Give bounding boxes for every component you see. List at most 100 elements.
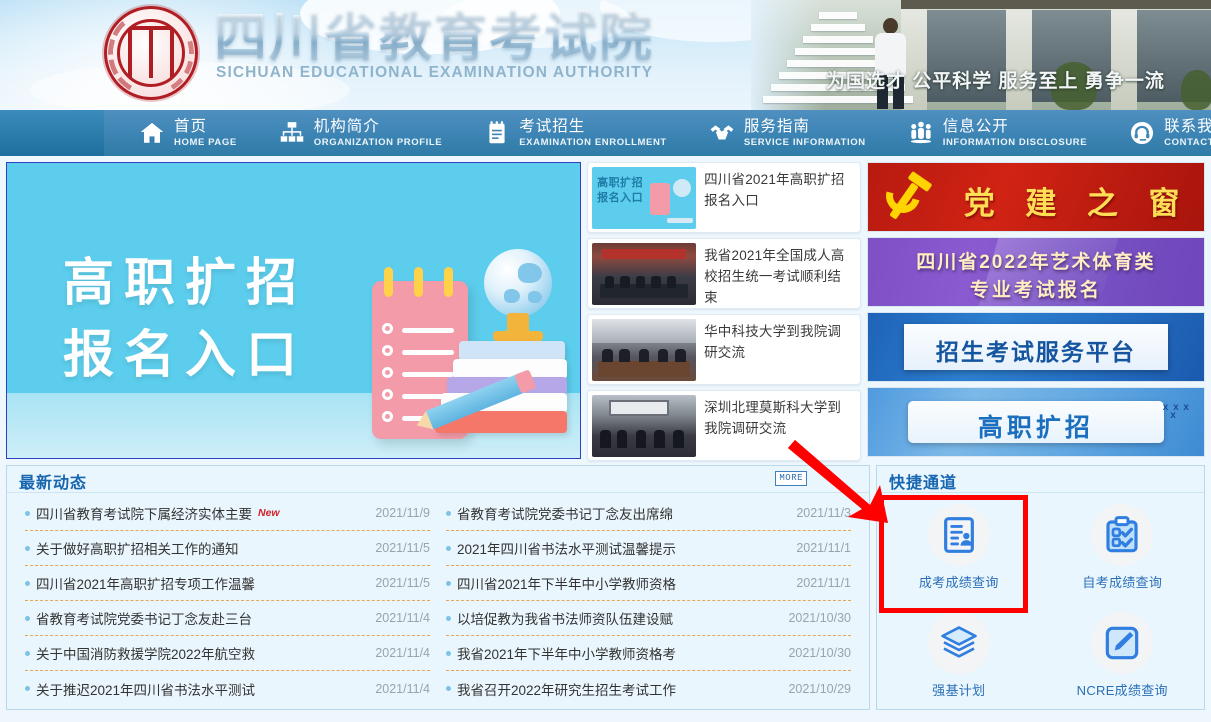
news-row[interactable]: 以培促教为我省书法师资队伍建设赋 2021/10/30 [446, 601, 851, 636]
news-row[interactable]: 关于推迟2021年四川省书法水平测试 2021/11/4 [25, 671, 430, 706]
home-icon [140, 122, 164, 143]
news-row[interactable]: 省教育考试院党委书记丁念友出席绵 2021/11/3 [446, 496, 851, 531]
main-content-row: 高职扩招 报名入口 高职扩招 报名入口 四川省2021年高职扩招报名入口 我省2… [0, 156, 1211, 461]
news-row[interactable]: 我省2021年下半年中小学教师资格考 2021/10/30 [446, 636, 851, 671]
bullet-icon [25, 686, 30, 691]
featured-news-title: 深圳北理莫斯科大学到我院调研交流 [704, 400, 842, 436]
news-row[interactable]: 2021年四川省书法水平测试温馨提示 2021/11/1 [446, 531, 851, 566]
bullet-icon [446, 545, 451, 551]
site-title-en: SICHUAN EDUCATIONAL EXAMINATION AUTHORIT… [216, 64, 654, 81]
quick-access-label: NCRE成绩查询 [1076, 682, 1168, 698]
news-row-title: 关于做好高职扩招相关工作的通知 [36, 542, 239, 557]
quick-access-item-qiangji-plan[interactable]: 强基计划 [877, 601, 1041, 709]
pencil-square-icon [1106, 626, 1139, 659]
nav-label-zh: 联系我们 [1164, 118, 1211, 135]
new-badge: New [258, 507, 280, 519]
side-banner-line-1: 四川省2022年艺术体育类 [916, 252, 1156, 273]
hero-banner-title: 高职扩招 报名入口 [63, 247, 307, 391]
news-row[interactable]: 四川省2021年下半年中小学教师资格 2021/11/1 [446, 566, 851, 601]
quick-access-title: 快捷通道 [889, 475, 958, 492]
featured-news-title: 我省2021年全国成人高校招生统一考试顺利结束 [704, 248, 845, 305]
news-row-title: 省教育考试院党委书记丁念友出席绵 [457, 507, 673, 522]
news-row[interactable]: 我省召开2022年研究生招生考试工作 2021/10/29 [446, 671, 851, 706]
site-slogan: 为国选才 公平科学 服务至上 勇争一流 [826, 71, 1165, 92]
bullet-icon [25, 580, 30, 586]
quick-access-item-chengkao-score[interactable]: 成考成绩查询 [877, 493, 1041, 601]
news-row-title: 四川省2021年高职扩招专项工作温馨 [36, 577, 256, 592]
nav-label-zh: 考试招生 [519, 118, 586, 135]
featured-news-title: 华中科技大学到我院调研交流 [704, 324, 842, 360]
news-column-right: 省教育考试院党委书记丁念友出席绵 2021/11/3 2021年四川省书法水平测… [438, 496, 859, 706]
nav-item-examination-enrollment[interactable]: 考试招生 EXAMINATION ENROLLMENT [463, 119, 688, 147]
side-banner-party-building[interactable]: 党 建 之 窗 [866, 162, 1205, 232]
news-row[interactable]: 关于中国消防救援学院2022年航空救 2021/11/4 [25, 636, 430, 671]
news-row-date: 2021/10/30 [788, 611, 851, 625]
more-button[interactable]: MORE [775, 471, 807, 486]
nav-item-organization-profile[interactable]: 机构简介 ORGANIZATION PROFILE [258, 119, 463, 147]
bullet-icon [25, 615, 30, 621]
side-banner-text: 招生考试服务平台 [935, 339, 1136, 365]
nav-item-contact-us[interactable]: 联系我们 CONTACT US [1108, 119, 1211, 147]
bullet-icon [446, 510, 451, 516]
news-row-title: 四川省教育考试院下属经济实体主要 [36, 507, 252, 522]
featured-news-item[interactable]: 高职扩招 报名入口 四川省2021年高职扩招报名入口 [587, 162, 861, 233]
org-chart-icon [280, 122, 304, 142]
nav-label-en: INFORMATION DISCLOSURE [942, 136, 1088, 148]
quick-access-item-ncre-score[interactable]: NCRE成绩查询 [1041, 601, 1205, 709]
nav-label-zh: 机构简介 [313, 118, 380, 135]
bullet-icon [25, 545, 30, 551]
latest-news-title: 最新动态 [19, 475, 88, 492]
featured-news-title: 四川省2021年高职扩招报名入口 [704, 172, 845, 208]
news-row-date: 2021/11/5 [375, 576, 430, 590]
news-row[interactable]: 关于做好高职扩招相关工作的通知 2021/11/5 [25, 531, 430, 566]
bullet-icon [25, 510, 30, 516]
side-banner-art-sports-exam[interactable]: 四川省2022年艺术体育类 专业考试报名 [866, 237, 1205, 307]
nav-label-en: SERVICE INFORMATION [743, 136, 866, 148]
sichuan-seal-logo-icon [104, 6, 198, 100]
nav-label-en: EXAMINATION ENROLLMENT [519, 136, 667, 148]
featured-news-item[interactable]: 我省2021年全国成人高校招生统一考试顺利结束 [587, 238, 861, 309]
conference-room-photo [592, 319, 697, 381]
latest-news-header: 最新动态 MORE [7, 466, 869, 493]
featured-news-item[interactable]: 深圳北理莫斯科大学到我院调研交流 [587, 390, 861, 461]
latest-news-panel: 最新动态 MORE 四川省教育考试院下属经济实体主要 New 2021/11/9… [6, 465, 870, 710]
nav-item-information-disclosure[interactable]: 信息公开 INFORMATION DISCLOSURE [887, 119, 1108, 147]
news-row-title: 我省2021年下半年中小学教师资格考 [457, 647, 677, 662]
quick-access-item-zikao-score[interactable]: 自考成绩查询 [1041, 493, 1205, 601]
headset-icon [1131, 121, 1154, 145]
promo-gaozhi-kuozhao-thumb: 高职扩招 报名入口 [592, 167, 697, 229]
nav-label-en: CONTACT US [1164, 136, 1211, 148]
bullet-icon [25, 650, 30, 656]
news-row[interactable]: 四川省教育考试院下属经济实体主要 New 2021/11/9 [25, 496, 430, 531]
side-banner-gaozhi-kuozhao[interactable]: x x x x 高职扩招 [866, 387, 1205, 457]
news-row[interactable]: 四川省2021年高职扩招专项工作温馨 2021/11/5 [25, 566, 430, 601]
news-row-date: 2021/11/1 [796, 541, 851, 555]
nav-item-home[interactable]: 首页 HOME PAGE [118, 119, 258, 147]
notebook-icon [489, 121, 505, 144]
featured-news-item[interactable]: 华中科技大学到我院调研交流 [587, 314, 861, 385]
nav-label-en: ORGANIZATION PROFILE [313, 136, 443, 148]
nav-item-service-information[interactable]: 服务指南 SERVICE INFORMATION [688, 119, 887, 147]
clipboard-check-icon [1106, 515, 1138, 552]
news-row-title: 关于中国消防救援学院2022年航空救 [36, 647, 256, 662]
news-row[interactable]: 省教育考试院党委书记丁念友赴三台 2021/11/4 [25, 601, 430, 636]
news-row-date: 2021/11/3 [796, 506, 851, 520]
news-row-title: 以培促教为我省书法师资队伍建设赋 [457, 612, 673, 627]
news-row-date: 2021/11/9 [375, 506, 430, 520]
news-row-title: 我省召开2022年研究生招生考试工作 [457, 682, 677, 698]
news-row-date: 2021/11/1 [796, 576, 851, 590]
nav-label-zh: 信息公开 [942, 118, 1009, 135]
bullet-icon [446, 580, 451, 586]
quick-access-label: 成考成绩查询 [918, 574, 999, 590]
news-row-title: 省教育考试院党委书记丁念友赴三台 [36, 612, 252, 627]
side-banner-enrollment-platform[interactable]: 招生考试服务平台 [866, 312, 1205, 382]
hammer-sickle-icon [879, 170, 938, 221]
nav-label-zh: 服务指南 [743, 118, 810, 135]
hero-banner[interactable]: 高职扩招 报名入口 [6, 162, 582, 459]
conference-room-screen-photo [592, 395, 697, 457]
main-navigation: 首页 HOME PAGE 机构简介 ORGANIZATION PROFILE 考… [0, 110, 1211, 156]
site-title-zh: 四川省教育考试院 [214, 8, 654, 67]
quick-access-label: 强基计划 [932, 682, 986, 698]
news-row-title: 关于推迟2021年四川省书法水平测试 [36, 682, 256, 698]
news-row-date: 2021/10/30 [788, 646, 851, 660]
